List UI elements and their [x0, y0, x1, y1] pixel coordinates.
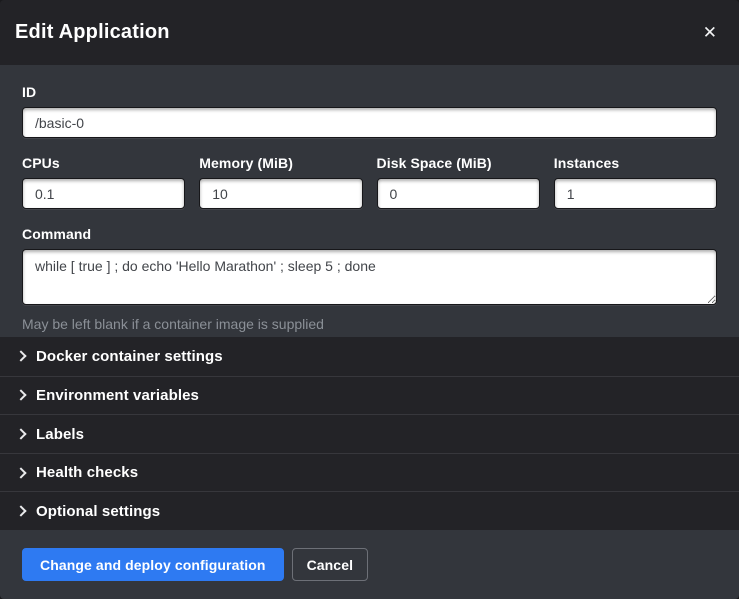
memory-input[interactable]	[199, 178, 362, 209]
chevron-right-icon	[15, 428, 26, 439]
command-textarea[interactable]: while [ true ] ; do echo 'Hello Marathon…	[22, 249, 717, 305]
section-docker-container-settings[interactable]: Docker container settings	[0, 337, 739, 376]
section-label: Optional settings	[36, 503, 160, 520]
chevron-right-icon	[15, 506, 26, 517]
section-labels[interactable]: Labels	[0, 414, 739, 453]
instances-label: Instances	[554, 155, 717, 171]
modal-header: Edit Application ✕	[0, 0, 739, 65]
chevron-right-icon	[15, 390, 26, 401]
chevron-right-icon	[15, 467, 26, 478]
section-environment-variables[interactable]: Environment variables	[0, 376, 739, 415]
cpus-field-group: CPUs	[22, 155, 185, 209]
section-label: Labels	[36, 426, 84, 443]
section-label: Environment variables	[36, 387, 199, 404]
cancel-button[interactable]: Cancel	[292, 548, 369, 581]
cpus-label: CPUs	[22, 155, 185, 171]
application-form: ID CPUs Memory (MiB) Disk Space (MiB) In…	[0, 65, 739, 337]
id-input[interactable]	[22, 107, 717, 138]
section-health-checks[interactable]: Health checks	[0, 453, 739, 492]
edit-application-modal: Edit Application ✕ ID CPUs Memory (MiB) …	[0, 0, 739, 599]
command-field-group: Command while [ true ] ; do echo 'Hello …	[22, 226, 717, 332]
modal-footer: Change and deploy configuration Cancel	[0, 530, 739, 599]
cpus-input[interactable]	[22, 178, 185, 209]
disk-field-group: Disk Space (MiB)	[377, 155, 540, 209]
close-icon[interactable]: ✕	[697, 20, 723, 45]
modal-title: Edit Application	[15, 21, 170, 44]
section-label: Health checks	[36, 464, 138, 481]
resources-row: CPUs Memory (MiB) Disk Space (MiB) Insta…	[22, 155, 717, 209]
disk-input[interactable]	[377, 178, 540, 209]
instances-field-group: Instances	[554, 155, 717, 209]
section-label: Docker container settings	[36, 348, 223, 365]
chevron-right-icon	[15, 351, 26, 362]
change-and-deploy-button[interactable]: Change and deploy configuration	[22, 548, 284, 581]
collapsible-sections: Docker container settings Environment va…	[0, 337, 739, 530]
id-field-group: ID	[22, 84, 717, 138]
disk-label: Disk Space (MiB)	[377, 155, 540, 171]
section-optional-settings[interactable]: Optional settings	[0, 491, 739, 530]
command-label: Command	[22, 226, 717, 242]
command-help-text: May be left blank if a container image i…	[22, 316, 717, 332]
id-label: ID	[22, 84, 717, 100]
memory-label: Memory (MiB)	[199, 155, 362, 171]
memory-field-group: Memory (MiB)	[199, 155, 362, 209]
instances-input[interactable]	[554, 178, 717, 209]
